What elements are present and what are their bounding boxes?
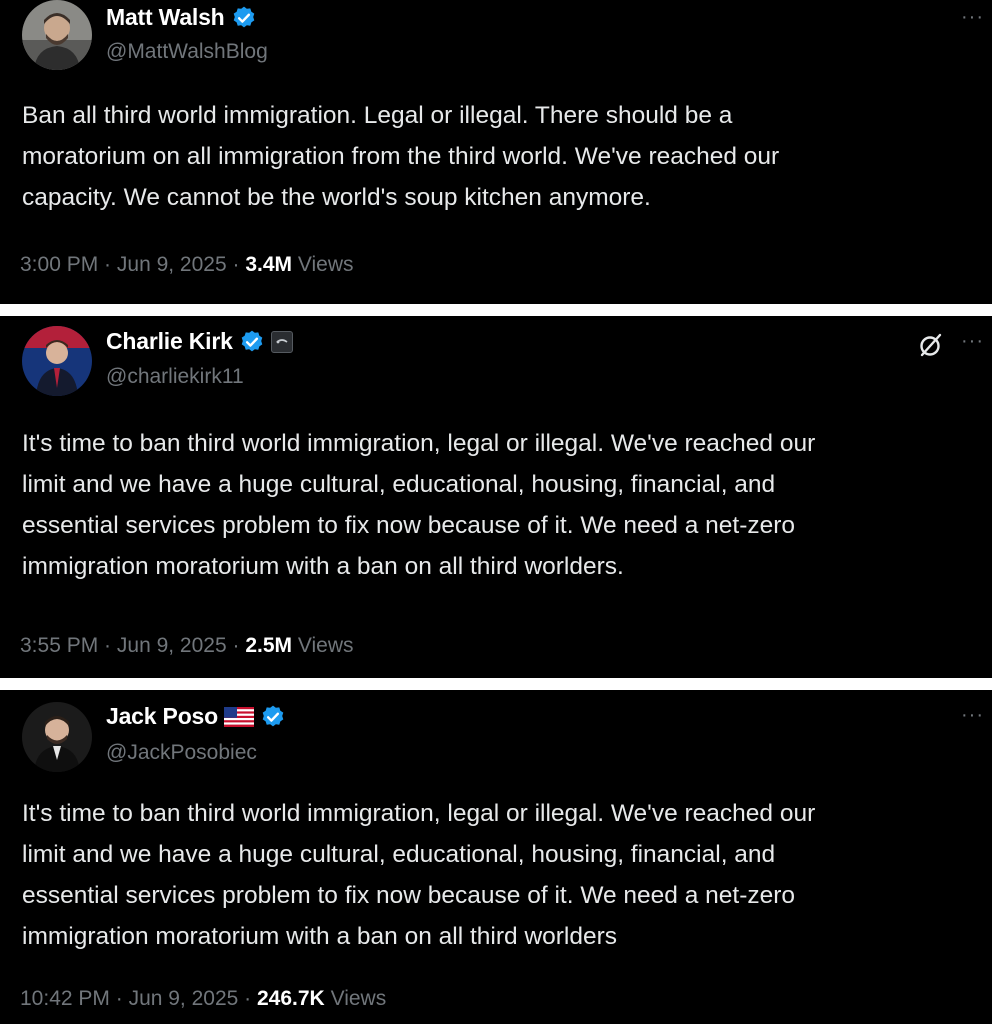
- name-line: Matt Walsh: [106, 4, 257, 31]
- affiliate-badge-icon[interactable]: [270, 330, 293, 353]
- views-label: Views: [330, 987, 387, 1010]
- avatar[interactable]: [22, 702, 92, 772]
- display-name[interactable]: Matt Walsh: [106, 4, 225, 31]
- views-label: Views: [297, 634, 354, 657]
- more-options-icon[interactable]: ···: [961, 704, 984, 727]
- separator: ·: [226, 634, 246, 657]
- more-options-icon[interactable]: ···: [961, 6, 984, 29]
- tweet-card-matt-walsh[interactable]: Matt Walsh @MattWalshBlog ··· Ban all th…: [0, 0, 992, 304]
- us-flag-icon: [224, 706, 254, 727]
- tweet-meta: 3:55 PM · Jun 9, 2025 · 2.5M Views: [20, 634, 354, 658]
- avatar[interactable]: [22, 326, 92, 396]
- grok-icon[interactable]: [918, 332, 944, 358]
- timestamp-date[interactable]: Jun 9, 2025: [129, 987, 239, 1010]
- tweet-text: It's time to ban third world immigration…: [22, 800, 816, 950]
- separator: ·: [98, 253, 117, 276]
- handle[interactable]: @JackPosobiec: [106, 741, 257, 765]
- timestamp-date[interactable]: Jun 9, 2025: [117, 634, 227, 657]
- timestamp-time[interactable]: 10:42 PM: [20, 987, 110, 1010]
- display-name[interactable]: Jack Poso: [106, 703, 218, 730]
- views-count: 2.5M: [245, 634, 293, 657]
- timestamp-date[interactable]: Jun 9, 2025: [117, 253, 227, 276]
- handle[interactable]: @MattWalshBlog: [106, 40, 268, 64]
- verified-badge-icon: [239, 329, 265, 355]
- name-line: Jack Poso: [106, 703, 286, 730]
- timestamp-time[interactable]: 3:00 PM: [20, 253, 98, 276]
- views-label: Views: [297, 253, 354, 276]
- views-count: 246.7K: [257, 987, 325, 1010]
- tweet-meta: 3:00 PM · Jun 9, 2025 · 3.4M Views: [20, 253, 354, 277]
- tweet-text: Ban all third world immigration. Legal o…: [22, 102, 780, 211]
- name-line: Charlie Kirk: [106, 328, 293, 355]
- more-options-icon[interactable]: ···: [961, 330, 984, 353]
- tweet-meta: 10:42 PM · Jun 9, 2025 · 246.7K Views: [20, 987, 386, 1011]
- timestamp-time[interactable]: 3:55 PM: [20, 634, 98, 657]
- avatar[interactable]: [22, 0, 92, 70]
- separator: ·: [98, 634, 117, 657]
- separator: ·: [109, 987, 129, 1010]
- separator: ·: [238, 987, 257, 1010]
- tweet-text: It's time to ban third world immigration…: [22, 430, 816, 580]
- views-count: 3.4M: [245, 253, 293, 276]
- verified-badge-icon: [231, 5, 257, 31]
- tweet-card-charlie-kirk[interactable]: Charlie Kirk @charliekirk11 ··· It's tim…: [0, 316, 992, 678]
- tweet-card-jack-poso[interactable]: Jack Poso @JackPosobiec ··· It's time to…: [0, 690, 992, 1024]
- tweet-stack: Matt Walsh @MattWalshBlog ··· Ban all th…: [0, 0, 992, 1024]
- display-name[interactable]: Charlie Kirk: [106, 328, 233, 355]
- separator: ·: [226, 253, 246, 276]
- handle[interactable]: @charliekirk11: [106, 365, 244, 389]
- verified-badge-icon: [260, 704, 286, 730]
